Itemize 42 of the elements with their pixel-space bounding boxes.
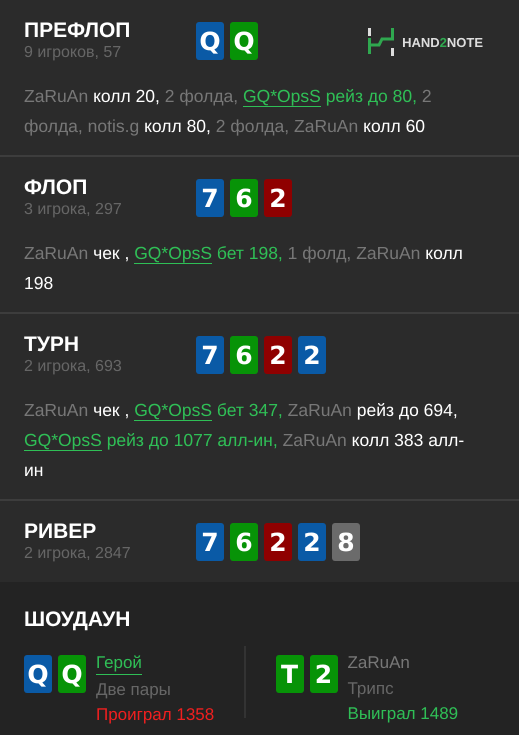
playing-card: 2 — [264, 179, 292, 217]
playing-card: 2 — [298, 336, 326, 374]
street-title: ТУРН — [24, 333, 80, 357]
playing-card: 7 — [196, 523, 224, 561]
playing-card: 6 — [230, 179, 258, 217]
playing-card: Q — [58, 655, 86, 693]
playing-card: 2 — [310, 655, 338, 693]
playing-card: 2 — [264, 336, 292, 374]
street-info: 2 игрока, 693 — [24, 357, 123, 377]
player-link[interactable]: GQ*OpsS — [134, 243, 212, 264]
player-link[interactable]: Герой — [96, 652, 142, 675]
action-log: ZaRuAn колл 20, 2 фолда, GQ*OpsS рейз до 80, 2 фолда, notis.g колл 80, 2 фолда, ZaRuAn колл 60 — [24, 85, 433, 138]
street-title: ФЛОП — [24, 176, 88, 200]
street-info: 2 игрока, 2847 — [24, 544, 132, 564]
action-log: ZaRuAn чек , GQ*OpsS бет 198, 1 фолд, ZaRuAn колл 198 — [24, 242, 464, 295]
playing-card: 6 — [230, 523, 258, 561]
hand-rank: Трипс — [348, 678, 395, 700]
player-link[interactable]: GQ*OpsS — [243, 86, 321, 107]
playing-card: T — [276, 655, 304, 693]
playing-card: Q — [230, 22, 258, 60]
playing-card: 8 — [332, 523, 360, 561]
action-log: ZaRuAn чек , GQ*OpsS бет 347, ZaRuAn рейз до 694, GQ*OpsS рейз до 1077 алл-ин, ZaRuAn колл 383 алл-ин — [24, 399, 466, 482]
playing-card: 6 — [230, 336, 258, 374]
hand-rank: Две пары — [96, 679, 172, 701]
player-name: ZaRuAn — [348, 652, 410, 674]
street-title: РИВЕР — [24, 520, 98, 544]
playing-card: 7 — [196, 336, 224, 374]
showdown-title: ШОУДАУН — [24, 608, 132, 632]
playing-card: 2 — [298, 523, 326, 561]
playing-card: Q — [196, 22, 224, 60]
player-link[interactable]: GQ*OpsS — [134, 400, 212, 421]
street-info: 9 игроков, 57 — [24, 43, 122, 63]
player-link[interactable]: GQ*OpsS — [24, 430, 102, 451]
playing-card: 2 — [264, 523, 292, 561]
logo-text: HAND2NOTE — [402, 34, 483, 50]
playing-card: 7 — [196, 179, 224, 217]
street-info: 3 игрока, 297 — [24, 200, 123, 220]
playing-card: Q — [24, 655, 52, 693]
logo-icon — [368, 28, 394, 56]
result-text: Выиграл 1489 — [348, 703, 458, 725]
street-title: ПРЕФЛОП — [24, 19, 132, 43]
result-text: Проиграл 1358 — [96, 704, 214, 726]
